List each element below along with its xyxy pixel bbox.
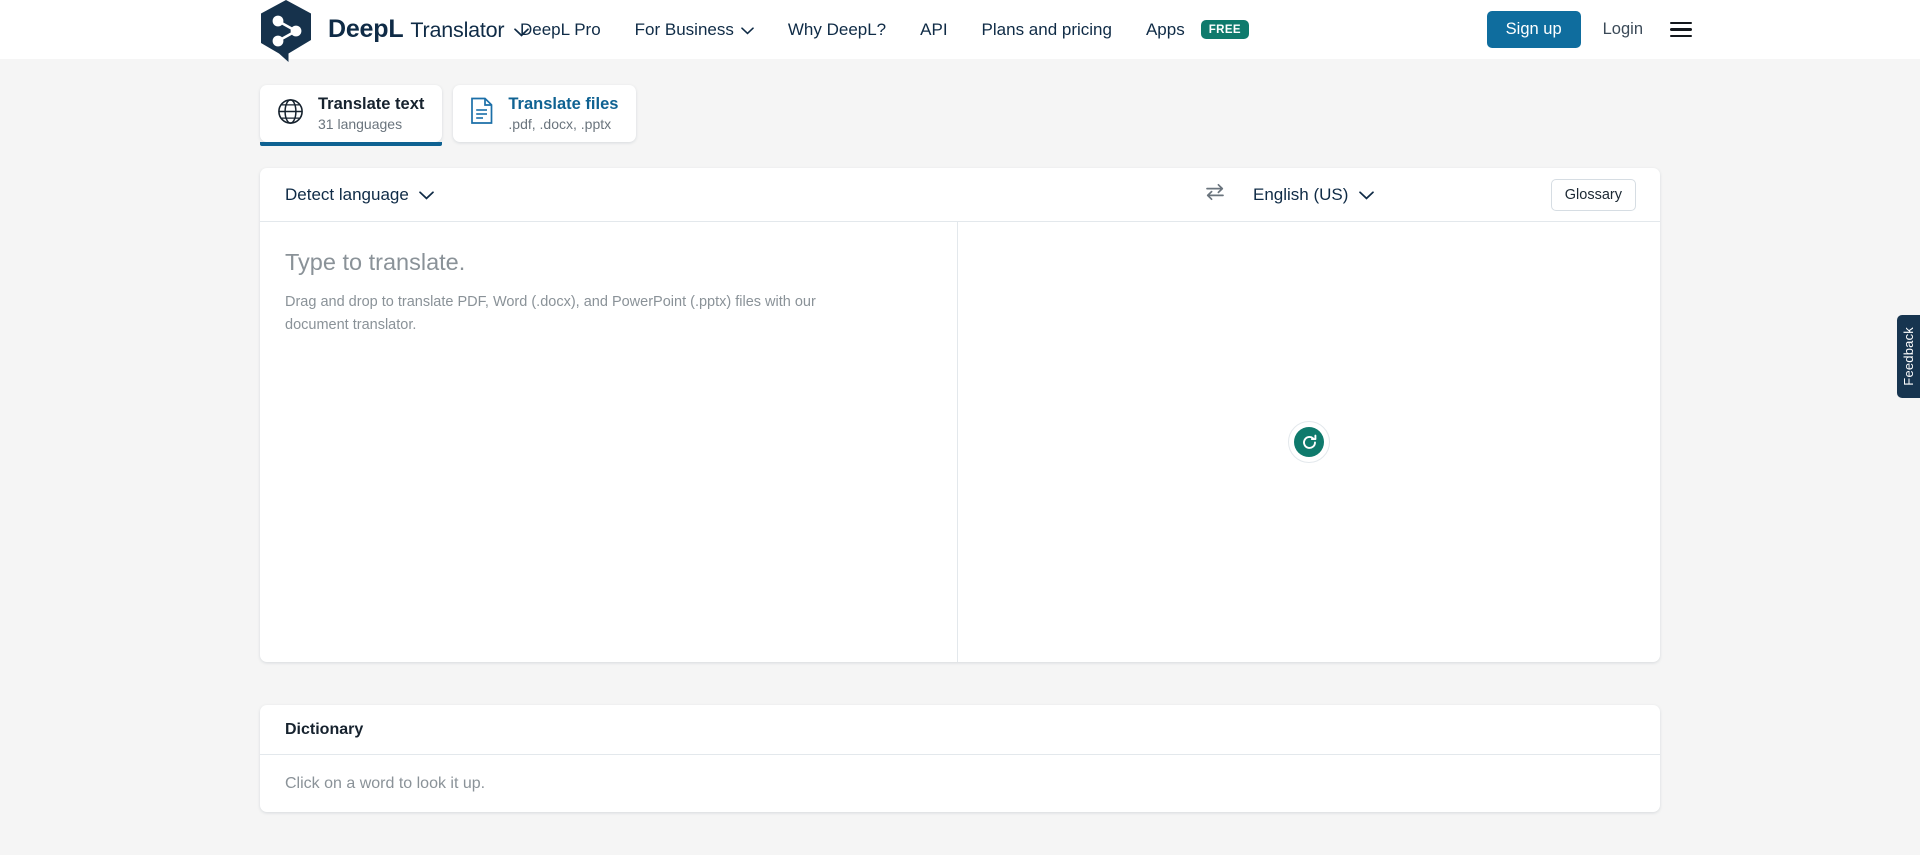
nav-item-why-deepl[interactable]: Why DeepL?: [788, 20, 886, 40]
spinner-circle: [1294, 427, 1324, 457]
brand-product: Translator: [410, 18, 505, 42]
hamburger-bar: [1670, 21, 1692, 24]
hamburger-menu-icon[interactable]: [1670, 21, 1692, 38]
chevron-down-icon: [1359, 185, 1375, 205]
glossary-button[interactable]: Glossary: [1550, 178, 1636, 211]
tab-texts: Translate files .pdf, .docx, .pptx: [508, 95, 618, 132]
swap-languages-button[interactable]: [1204, 182, 1226, 207]
nav-item-plans-and-pricing[interactable]: Plans and pricing: [982, 20, 1112, 40]
nav-item-api[interactable]: API: [920, 20, 947, 40]
feedback-tab[interactable]: Feedback: [1897, 315, 1920, 398]
nav-label: DeepL Pro: [520, 19, 601, 39]
nav-item-apps[interactable]: Apps FREE: [1146, 20, 1249, 40]
brand-name: DeepL: [328, 15, 404, 43]
main-navigation: DeepL Pro For Business Why DeepL? API Pl…: [520, 0, 1249, 59]
sign-up-button[interactable]: Sign up: [1486, 11, 1581, 48]
source-language-selector[interactable]: Detect language: [285, 185, 434, 205]
refresh-arrow-glyph: [1302, 434, 1316, 449]
logo-block[interactable]: DeepL Translator: [258, 0, 530, 62]
source-text-area[interactable]: Type to translate. Drag and drop to tran…: [260, 222, 958, 662]
tab-title: Translate text: [318, 94, 425, 113]
translator-card: Detect language English (US) Glossary Ty…: [260, 168, 1660, 662]
drag-drop-hint: Drag and drop to translate PDF, Word (.d…: [285, 294, 816, 333]
dictionary-empty-text: Click on a word to look it up.: [285, 774, 486, 792]
source-placeholder: Type to translate.: [285, 249, 466, 275]
target-language-label: English (US): [1253, 184, 1349, 204]
nav-item-deepl-pro[interactable]: DeepL Pro: [520, 20, 601, 40]
translation-panes: Type to translate. Drag and drop to tran…: [260, 222, 1660, 662]
chevron-down-icon: [741, 20, 754, 40]
dictionary-title: Dictionary: [260, 705, 1660, 755]
logo-wordmark: DeepL Translator: [328, 15, 530, 44]
hamburger-bar: [1670, 28, 1692, 31]
deepl-hexagon-logo: [261, 0, 311, 62]
hamburger-bar: [1670, 35, 1692, 38]
free-badge: FREE: [1200, 20, 1249, 39]
dictionary-card: Dictionary Click on a word to look it up…: [260, 705, 1660, 812]
nav-label: For Business: [634, 19, 734, 39]
header-actions: Sign up Login: [1486, 0, 1692, 59]
loading-refresh-icon: [1288, 421, 1330, 463]
nav-label: Plans and pricing: [981, 19, 1112, 39]
swap-arrows-icon: [1204, 182, 1226, 207]
tab-subtitle: .pdf, .docx, .pptx: [508, 115, 612, 132]
nav-label: Apps: [1145, 19, 1185, 39]
nav-label: Why DeepL?: [787, 19, 887, 39]
chevron-down-icon: [418, 185, 434, 205]
site-header: DeepL Translator DeepL Pro For Business …: [0, 0, 1920, 62]
source-language-label: Detect language: [285, 184, 409, 204]
feedback-label: Feedback: [1901, 327, 1916, 386]
language-bar: Detect language English (US) Glossary: [260, 168, 1660, 222]
nav-label: API: [920, 19, 948, 39]
login-link[interactable]: Login: [1603, 20, 1643, 39]
mode-tabs: Translate text 31 languages Translate fi…: [260, 85, 637, 146]
tab-translate-text[interactable]: Translate text 31 languages: [260, 85, 443, 146]
target-text-area[interactable]: [958, 222, 1660, 662]
document-icon: [470, 97, 494, 130]
tab-subtitle: 31 languages: [318, 115, 403, 132]
tab-translate-files[interactable]: Translate files .pdf, .docx, .pptx: [453, 85, 637, 142]
target-language-selector[interactable]: English (US): [1253, 184, 1375, 205]
tab-texts: Translate text 31 languages: [318, 95, 424, 132]
globe-icon: [277, 98, 304, 130]
nav-item-for-business[interactable]: For Business: [635, 20, 754, 40]
tab-title: Translate files: [508, 94, 619, 113]
